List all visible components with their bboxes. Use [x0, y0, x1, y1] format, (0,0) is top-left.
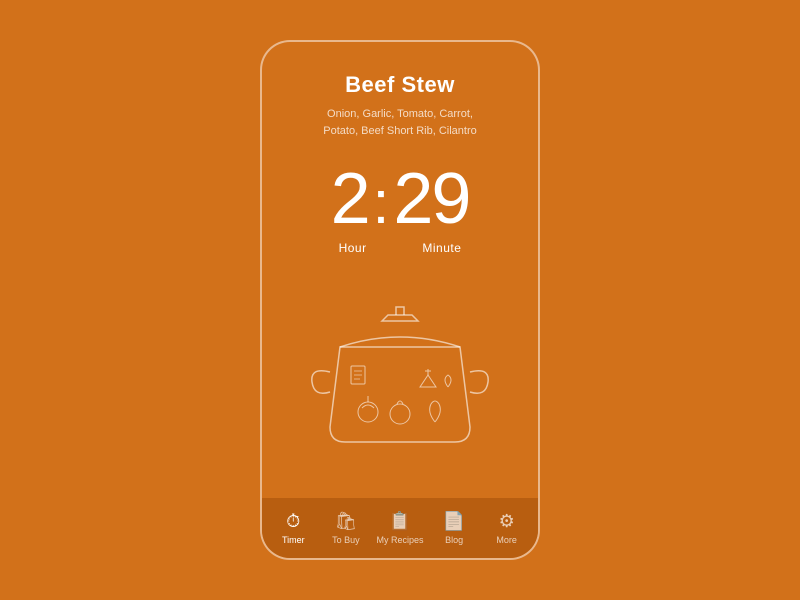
nav-label-timer: Timer — [282, 535, 305, 545]
timer-labels: Hour Minute — [331, 241, 470, 255]
nav-item-to-buy[interactable]: 🛍 To Buy — [324, 511, 368, 545]
nav-label-more: More — [496, 535, 517, 545]
nav-item-timer[interactable]: ⏱ Timer — [271, 511, 315, 545]
recipe-ingredients: Onion, Garlic, Tomato, Carrot,Potato, Be… — [323, 106, 476, 139]
timer-icon: ⏱ — [286, 511, 300, 532]
phone-content: Beef Stew Onion, Garlic, Tomato, Carrot,… — [262, 42, 538, 498]
timer-hour[interactable]: 2 — [331, 163, 369, 235]
recipe-title: Beef Stew — [345, 72, 455, 98]
nav-label-to-buy: To Buy — [332, 535, 360, 545]
timer-display: 2 : 29 — [331, 163, 470, 237]
nav-item-blog[interactable]: 📄 Blog — [432, 511, 476, 545]
timer-section: 2 : 29 Hour Minute — [331, 163, 470, 255]
phone-container: Beef Stew Onion, Garlic, Tomato, Carrot,… — [260, 40, 540, 560]
pot-section — [282, 275, 518, 498]
timer-colon: : — [373, 173, 390, 237]
cooking-pot-illustration — [300, 297, 500, 467]
nav-item-my-recipes[interactable]: 📋 My Recipes — [376, 511, 423, 545]
nav-label-my-recipes: My Recipes — [376, 535, 423, 545]
timer-minute[interactable]: 29 — [393, 163, 469, 235]
timer-label-minute: Minute — [422, 241, 461, 255]
recipes-icon: 📋 — [389, 511, 411, 532]
more-icon: ⚙ — [499, 511, 515, 532]
nav-bar: ⏱ Timer 🛍 To Buy 📋 My Recipes 📄 Blog ⚙ M… — [262, 498, 538, 558]
bag-icon: 🛍 — [334, 511, 357, 532]
timer-label-hour: Hour — [339, 241, 367, 255]
blog-icon: 📄 — [443, 511, 465, 532]
nav-item-more[interactable]: ⚙ More — [485, 511, 529, 545]
nav-label-blog: Blog — [445, 535, 463, 545]
